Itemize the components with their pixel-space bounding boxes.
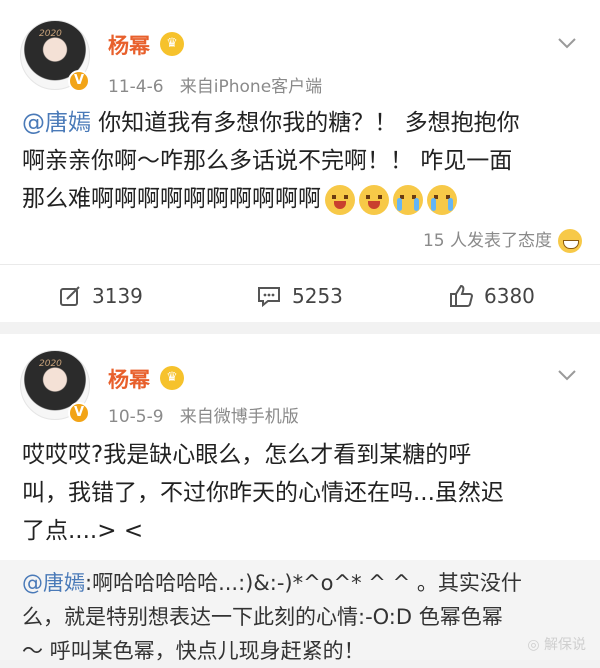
chevron-down-icon[interactable] <box>556 364 578 386</box>
post-timestamp: 11-4-6 <box>108 77 164 97</box>
repost-text-line: :啊哈哈哈哈哈...:)&:-)*^o^* ^ ^ 。其实没什 <box>85 571 522 595</box>
emoji-group <box>321 181 457 219</box>
laugh-cry-emoji <box>325 185 355 215</box>
thumbs-up-icon <box>450 284 474 307</box>
post-text-line: 了点....> < <box>22 518 144 544</box>
post-text-line: 那么难啊啊啊啊啊啊啊啊啊啊 <box>22 186 321 212</box>
username[interactable]: 杨幂 <box>108 364 150 394</box>
post-body: 哎哎哎?我是缺心眼么，怎么才看到某糖的呼 叫，我错了，不过你昨天的心情还在吗..… <box>22 436 582 550</box>
grin-emoji-icon <box>558 229 582 253</box>
reactions-text: 15 人发表了态度 <box>422 231 552 251</box>
divider <box>0 264 600 265</box>
post-timestamp: 10-5-9 <box>108 407 164 427</box>
post-text-line: 你知道我有多想你我的糖？！ 多想抱抱你 <box>91 110 520 136</box>
repost-text-line: ～ 呼叫某色幂，快点儿现身赶紧的！ <box>22 639 365 663</box>
verified-badge-icon: V <box>68 70 90 92</box>
repost-text-line: 么，就是特别想表达一下此刻的心情:-O:D 色幂色幂 <box>22 605 503 629</box>
mention-link[interactable]: @唐嫣 <box>22 571 85 595</box>
laugh-cry-emoji <box>359 185 389 215</box>
avatar-tag: 2020 <box>39 29 62 39</box>
crying-emoji <box>427 185 457 215</box>
comment-icon <box>258 287 280 308</box>
crown-icon[interactable]: ♛ <box>160 32 184 56</box>
comment-button[interactable]: 5253 <box>256 280 343 312</box>
weibo-post-2: 2020 V 杨幂 ♛ 10-5-9 来自微博手机版 哎哎哎?我是缺心眼么，怎么… <box>0 334 600 663</box>
post-text-line: 啊亲亲你啊～咋那么多话说不完啊！！ 咋见一面 <box>22 148 513 174</box>
repost-button[interactable]: 3139 <box>58 280 143 312</box>
post-meta: 11-4-6 来自iPhone客户端 <box>108 72 322 97</box>
watermark: ◎ 解保说 <box>527 637 586 653</box>
crying-emoji <box>393 185 423 215</box>
like-count: 6380 <box>484 284 535 308</box>
avatar-tag: 2020 <box>39 359 62 369</box>
comment-count: 5253 <box>292 284 343 308</box>
like-button[interactable]: 6380 <box>448 280 535 312</box>
repost-icon <box>60 286 80 306</box>
post-text-line: 叫，我错了，不过你昨天的心情还在吗...虽然迟 <box>22 480 504 506</box>
post-meta: 10-5-9 来自微博手机版 <box>108 402 299 427</box>
post-body: @唐嫣 你知道我有多想你我的糖？！ 多想抱抱你 啊亲亲你啊～咋那么多话说不完啊！… <box>22 104 582 219</box>
post-text-line: 哎哎哎?我是缺心眼么，怎么才看到某糖的呼 <box>22 442 472 468</box>
post-source: 来自iPhone客户端 <box>179 77 323 97</box>
mention-link[interactable]: @唐嫣 <box>22 110 91 136</box>
reactions-summary[interactable]: 15 人发表了态度 <box>423 226 582 253</box>
repost-body: @唐嫣:啊哈哈哈哈哈...:)&:-)*^o^* ^ ^ 。其实没什 么，就是特… <box>22 566 582 668</box>
post-source: 来自微博手机版 <box>179 407 299 427</box>
username[interactable]: 杨幂 <box>108 30 150 60</box>
verified-badge-icon: V <box>68 402 90 424</box>
reposted-content[interactable]: @唐嫣:啊哈哈哈哈哈...:)&:-)*^o^* ^ ^ 。其实没什 么，就是特… <box>0 560 600 663</box>
crown-icon[interactable]: ♛ <box>160 366 184 390</box>
chevron-down-icon[interactable] <box>556 32 578 54</box>
weibo-post-1: 2020 V 杨幂 ♛ 11-4-6 来自iPhone客户端 @唐嫣 你知道我有… <box>0 0 600 322</box>
repost-count: 3139 <box>92 284 143 308</box>
